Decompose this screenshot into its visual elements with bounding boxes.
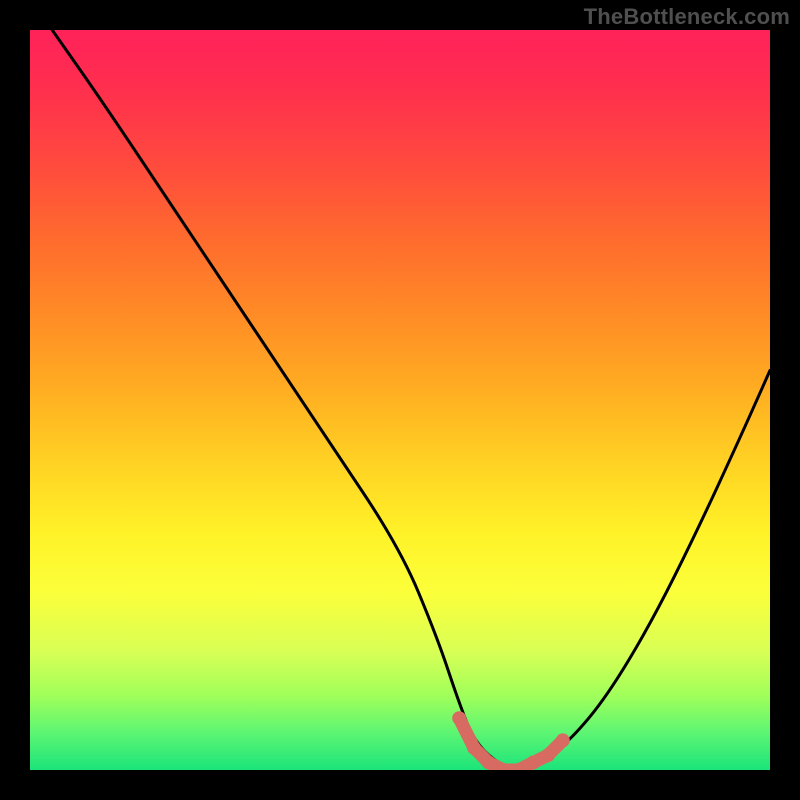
chart-svg-layer <box>30 30 770 770</box>
optimal-range-markers <box>452 711 570 770</box>
optimal-range-point <box>556 733 570 747</box>
optimal-range-point <box>541 748 555 762</box>
chart-frame: TheBottleneck.com <box>0 0 800 800</box>
watermark-text: TheBottleneck.com <box>584 4 790 30</box>
plot-area <box>30 30 770 770</box>
bottleneck-curve <box>52 30 770 768</box>
plot-box <box>30 30 770 770</box>
optimal-range-point <box>452 711 466 725</box>
optimal-range-point <box>526 756 540 770</box>
bottleneck-curve-path <box>52 30 770 768</box>
optimal-range-point <box>482 756 496 770</box>
optimal-range-point <box>467 741 481 755</box>
